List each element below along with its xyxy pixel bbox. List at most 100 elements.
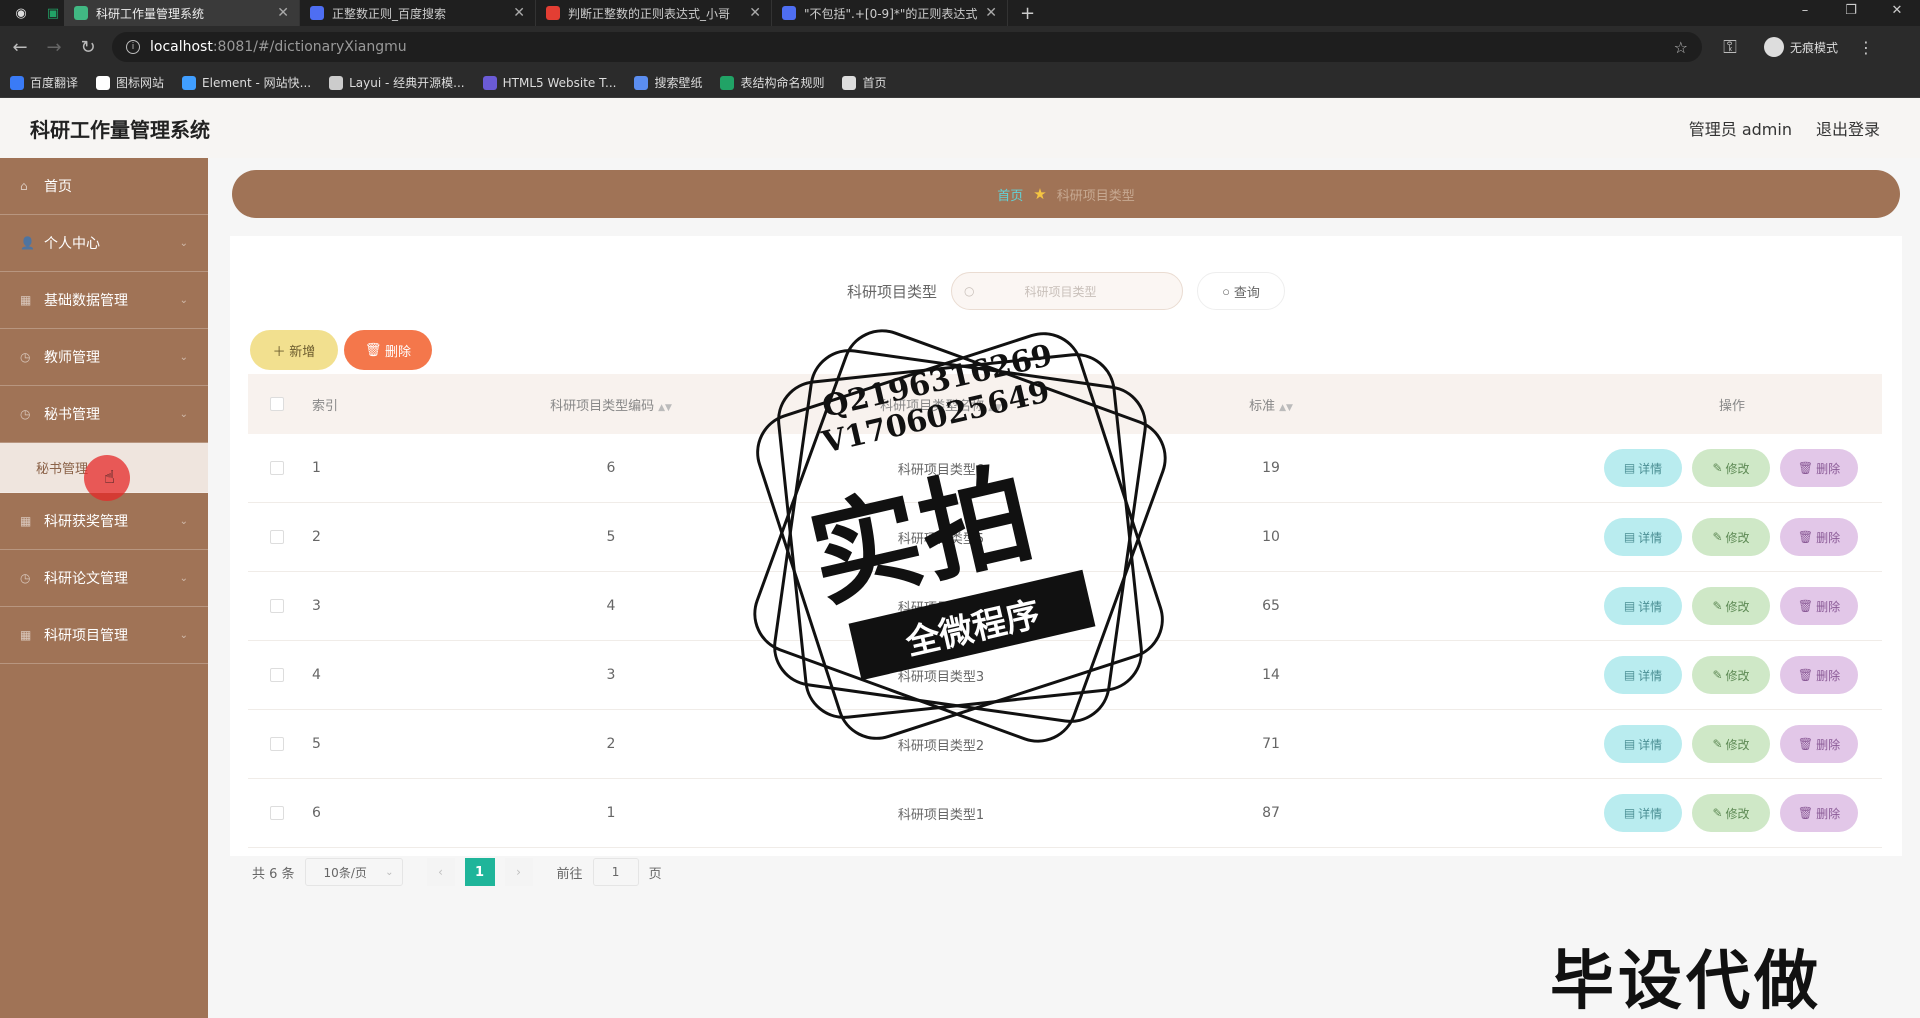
minimize-icon[interactable]: – xyxy=(1782,0,1828,26)
edit-label: 修改 xyxy=(1725,530,1750,545)
next-page-button[interactable]: › xyxy=(504,858,533,886)
sheets-icon[interactable]: ▣ xyxy=(42,2,64,24)
delete-button[interactable]: 🗑 删除 xyxy=(1780,587,1858,625)
detail-button[interactable]: ▤ 详情 xyxy=(1604,587,1682,625)
back-icon[interactable]: ← xyxy=(6,37,34,58)
cell-standard: 65 xyxy=(1262,598,1280,614)
action-bar: ＋ 新增 🗑 删除 xyxy=(250,330,432,370)
bookmark-item[interactable]: Layui - 经典开源模... xyxy=(329,74,465,91)
browser-tab[interactable]: 判断正整数的正则表达式_小哥 ✕ xyxy=(536,0,772,26)
cell-standard: 10 xyxy=(1262,529,1280,545)
cell-standard: 71 xyxy=(1262,736,1280,752)
sidebar-item[interactable]: ⌂ 首页 xyxy=(0,158,208,215)
bookmark-item[interactable]: HTML5 Website T... xyxy=(482,75,616,90)
detail-button[interactable]: ▤ 详情 xyxy=(1604,656,1682,694)
bookmark-star-icon[interactable]: ☆ xyxy=(1674,38,1688,57)
close-tab-icon[interactable]: ✕ xyxy=(985,5,997,21)
more-menu-icon[interactable]: ⋮ xyxy=(1858,38,1874,57)
browser-tab[interactable]: 科研工作量管理系统 ✕ xyxy=(64,0,300,26)
sidebar-item[interactable]: ▦ 基础数据管理 ⌄ xyxy=(0,272,208,329)
delete-button[interactable]: 🗑 删除 xyxy=(1780,449,1858,487)
browser-menu-icon[interactable]: ◉ xyxy=(10,2,32,24)
delete-button[interactable]: 🗑 删除 xyxy=(1780,656,1858,694)
detail-button[interactable]: ▤ 详情 xyxy=(1604,725,1682,763)
row-checkbox[interactable] xyxy=(270,668,284,682)
bulk-delete-label: 删除 xyxy=(385,343,412,359)
breadcrumb-home[interactable]: 首页 xyxy=(997,185,1023,204)
close-window-icon[interactable]: ✕ xyxy=(1874,0,1920,26)
search-button[interactable]: ○ 查询 xyxy=(1197,272,1285,310)
sidebar-item[interactable]: ▦ 科研获奖管理 ⌄ xyxy=(0,493,208,550)
select-all-checkbox[interactable] xyxy=(270,397,284,411)
row-checkbox[interactable] xyxy=(270,530,284,544)
sidebar-item[interactable]: ◷ 教师管理 ⌄ xyxy=(0,329,208,386)
cell-code: 6 xyxy=(606,460,616,476)
row-checkbox[interactable] xyxy=(270,806,284,820)
key-icon[interactable]: ⚿ xyxy=(1716,37,1744,58)
goto-page-input[interactable]: 1 xyxy=(592,858,639,886)
detail-button[interactable]: ▤ 详情 xyxy=(1604,794,1682,832)
pencil-icon: ✎ xyxy=(1712,461,1723,475)
site-info-icon[interactable]: i xyxy=(126,40,140,54)
url-field[interactable]: i localhost:8081/#/dictionaryXiangmu ☆ xyxy=(112,32,1702,62)
delete-button[interactable]: 🗑 删除 xyxy=(1780,794,1858,832)
sort-icon[interactable]: ▲▼ xyxy=(988,403,1002,413)
reload-icon[interactable]: ↻ xyxy=(74,37,102,58)
add-button[interactable]: ＋ 新增 xyxy=(250,330,338,370)
prev-page-button[interactable]: ‹ xyxy=(426,858,455,886)
edit-button[interactable]: ✎ 修改 xyxy=(1692,725,1770,763)
bookmark-item[interactable]: Element - 网站快... xyxy=(182,74,311,91)
delete-button[interactable]: 🗑 删除 xyxy=(1780,725,1858,763)
grid-icon: ▦ xyxy=(20,293,32,307)
browser-tab[interactable]: 正整数正则_百度搜索 ✕ xyxy=(300,0,536,26)
detail-button[interactable]: ▤ 详情 xyxy=(1604,518,1682,556)
edit-button[interactable]: ✎ 修改 xyxy=(1692,656,1770,694)
page-number-current[interactable]: 1 xyxy=(464,858,495,886)
edit-label: 修改 xyxy=(1725,461,1750,476)
header-code[interactable]: 科研项目类型编码 ▲▼ xyxy=(446,395,776,414)
close-tab-icon[interactable]: ✕ xyxy=(749,5,761,21)
sidebar-item[interactable]: 👤 个人中心 ⌄ xyxy=(0,215,208,272)
page-size-select[interactable]: 10条/页 ⌄ xyxy=(304,858,403,886)
detail-button[interactable]: ▤ 详情 xyxy=(1604,449,1682,487)
edit-button[interactable]: ✎ 修改 xyxy=(1692,518,1770,556)
bookmark-item[interactable]: 百度翻译 xyxy=(10,74,78,91)
bookmark-item[interactable]: 搜索壁纸 xyxy=(634,74,702,91)
edit-button[interactable]: ✎ 修改 xyxy=(1692,449,1770,487)
bookmark-item[interactable]: 首页 xyxy=(842,74,887,91)
logout-link[interactable]: 退出登录 xyxy=(1816,116,1880,140)
sidebar-item[interactable]: ◷ 科研论文管理 ⌄ xyxy=(0,550,208,607)
incognito-profile[interactable]: 无痕模式 xyxy=(1764,37,1838,57)
row-checkbox[interactable] xyxy=(270,461,284,475)
search-input[interactable]: ○ 科研项目类型 xyxy=(951,272,1183,310)
bookmark-item[interactable]: 图标网站 xyxy=(96,74,164,91)
sidebar-item[interactable]: ▦ 科研项目管理 ⌄ xyxy=(0,607,208,664)
sort-icon[interactable]: ▲▼ xyxy=(658,403,672,413)
header-standard[interactable]: 标准 ▲▼ xyxy=(1106,395,1436,414)
edit-button[interactable]: ✎ 修改 xyxy=(1692,587,1770,625)
sidebar-subitem-secretary[interactable]: 秘书管理 ☝ xyxy=(0,443,208,501)
restore-icon[interactable]: ❐ xyxy=(1828,0,1874,26)
row-checkbox[interactable] xyxy=(270,599,284,613)
bookmark-favicon-icon xyxy=(720,75,735,90)
row-checkbox[interactable] xyxy=(270,737,284,751)
delete-button[interactable]: 🗑 删除 xyxy=(1780,518,1858,556)
sort-icon[interactable]: ▲▼ xyxy=(1279,403,1293,413)
bulk-delete-button[interactable]: 🗑 删除 xyxy=(344,330,432,370)
browser-tabbar: ◉ ▣ 科研工作量管理系统 ✕ 正整数正则_百度搜索 ✕ 判断正整数的正则表达式… xyxy=(0,0,1920,26)
edit-button[interactable]: ✎ 修改 xyxy=(1692,794,1770,832)
tab-title: 正整数正则_百度搜索 xyxy=(332,6,447,21)
delete-label: 删除 xyxy=(1816,737,1841,752)
app-title: 科研工作量管理系统 xyxy=(30,119,210,142)
new-tab-icon[interactable]: + xyxy=(1020,3,1035,24)
header-name[interactable]: 科研项目类型名称 ▲▼ xyxy=(776,395,1106,414)
clock-icon: ◷ xyxy=(20,571,31,585)
close-tab-icon[interactable]: ✕ xyxy=(513,5,525,21)
browser-tab[interactable]: "不包括".+[0-9]*"的正则表达式 ✕ xyxy=(772,0,1008,26)
sidebar-item[interactable]: ◷ 秘书管理 ⌄ xyxy=(0,386,208,443)
detail-label: 详情 xyxy=(1638,668,1663,683)
cell-code: 5 xyxy=(606,529,616,545)
forward-icon[interactable]: → xyxy=(40,37,68,58)
close-tab-icon[interactable]: ✕ xyxy=(277,5,289,21)
bookmark-item[interactable]: 表结构命名规则 xyxy=(720,74,824,91)
